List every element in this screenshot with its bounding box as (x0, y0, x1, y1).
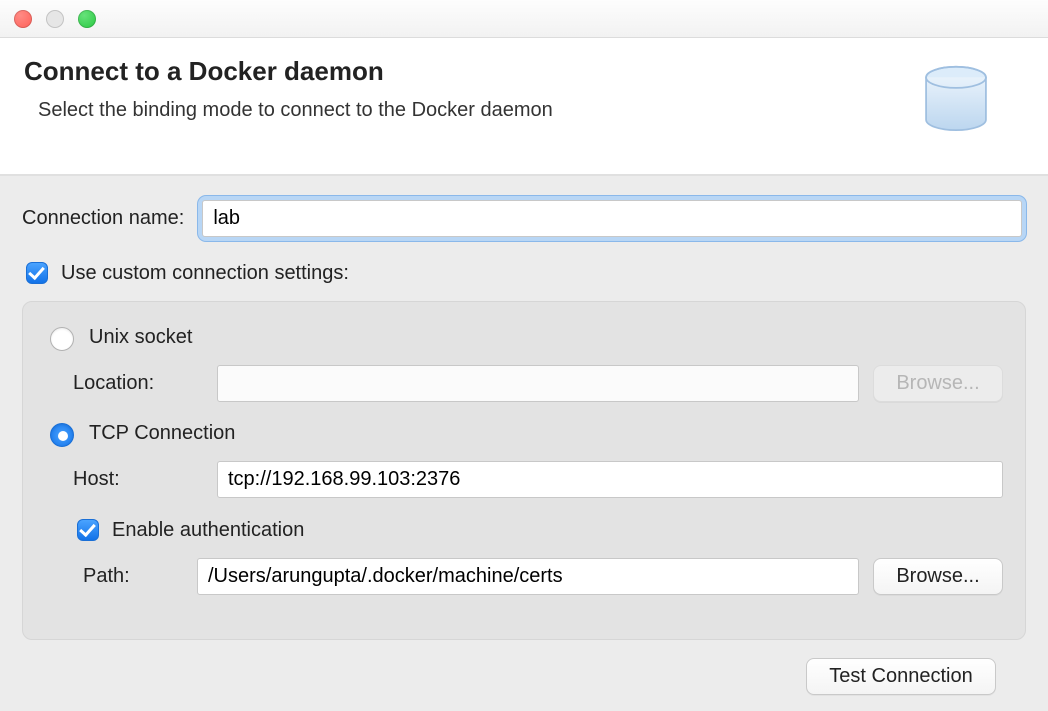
dialog-subtitle: Select the binding mode to connect to th… (38, 99, 906, 122)
minimize-window-icon[interactable] (46, 10, 64, 28)
window-controls (14, 10, 96, 28)
unix-location-label: Location: (73, 372, 203, 395)
tcp-host-row: Host: (73, 461, 1003, 498)
connection-name-input[interactable] (202, 200, 1022, 237)
enable-auth-label: Enable authentication (112, 519, 304, 542)
dialog-header: Connect to a Docker daemon Select the bi… (0, 38, 1048, 176)
tcp-host-label: Host: (73, 468, 203, 491)
unix-socket-label: Unix socket (89, 326, 192, 349)
dialog-body: Connection name: Use custom connection s… (0, 176, 1048, 711)
unix-socket-radio-row: Unix socket (45, 324, 1003, 351)
database-icon (906, 52, 1006, 152)
use-custom-label: Use custom connection settings: (61, 262, 349, 285)
enable-auth-checkbox[interactable] (77, 519, 99, 541)
unix-location-row: Location: Browse... (73, 365, 1003, 402)
tcp-label: TCP Connection (89, 422, 235, 445)
tcp-host-input[interactable] (217, 461, 1003, 498)
close-window-icon[interactable] (14, 10, 32, 28)
connection-name-label: Connection name: (22, 207, 184, 230)
tcp-path-input[interactable] (197, 558, 859, 595)
tcp-browse-button[interactable]: Browse... (873, 558, 1003, 595)
connection-settings-group: Unix socket Location: Browse... TCP Conn… (22, 301, 1026, 640)
test-connection-button[interactable]: Test Connection (806, 658, 996, 695)
unix-location-input (217, 365, 859, 402)
tcp-auth-section: Enable authentication Path: Browse... (73, 516, 1003, 595)
enable-auth-row: Enable authentication (73, 516, 1003, 544)
tcp-path-label: Path: (83, 565, 183, 588)
use-custom-checkbox[interactable] (26, 262, 48, 284)
unix-browse-button: Browse... (873, 365, 1003, 402)
tcp-radio-row: TCP Connection (45, 420, 1003, 447)
tcp-path-row: Path: Browse... (83, 558, 1003, 595)
titlebar (0, 0, 1048, 38)
use-custom-row: Use custom connection settings: (22, 259, 1026, 287)
dialog-footer: Test Connection (22, 640, 1026, 695)
tcp-radio[interactable] (50, 423, 74, 447)
connection-name-row: Connection name: (22, 196, 1026, 241)
zoom-window-icon[interactable] (78, 10, 96, 28)
connection-name-focus-ring (198, 196, 1026, 241)
dialog-title: Connect to a Docker daemon (24, 56, 906, 87)
unix-socket-radio[interactable] (50, 327, 74, 351)
